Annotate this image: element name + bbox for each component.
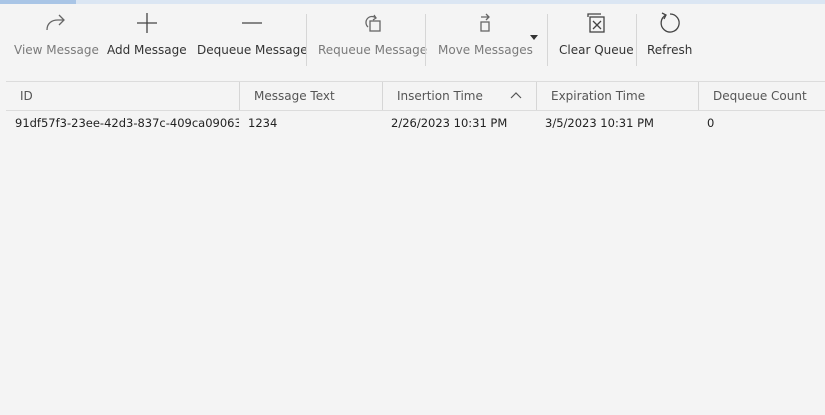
move-messages-label: Move Messages bbox=[438, 43, 533, 57]
cell-expiration-time: 3/5/2023 10:31 PM bbox=[545, 116, 654, 130]
table-row[interactable]: 91df57f3-23ee-42d3-837c-409ca09063f3 123… bbox=[6, 111, 825, 135]
toolbar-separator bbox=[306, 14, 307, 66]
active-tab-indicator bbox=[0, 0, 76, 4]
toolbar-separator bbox=[425, 14, 426, 66]
requeue-icon bbox=[362, 6, 384, 40]
cell-dequeue-count: 0 bbox=[707, 116, 715, 130]
minus-icon bbox=[240, 6, 264, 40]
cell-insertion-time: 2/26/2023 10:31 PM bbox=[391, 116, 508, 130]
refresh-button[interactable]: Refresh bbox=[647, 6, 692, 66]
toolbar-separator bbox=[636, 14, 637, 66]
toolbar: View Message Add Message Dequeue Message… bbox=[0, 6, 825, 66]
requeue-message-label: Requeue Message bbox=[318, 43, 428, 57]
move-icon bbox=[474, 6, 496, 40]
refresh-icon bbox=[658, 6, 682, 40]
add-message-button[interactable]: Add Message bbox=[107, 6, 187, 66]
cell-id: 91df57f3-23ee-42d3-837c-409ca09063f3 bbox=[15, 116, 239, 130]
column-header-id[interactable]: ID bbox=[6, 82, 239, 110]
refresh-label: Refresh bbox=[647, 43, 693, 57]
cell-message-text: 1234 bbox=[248, 116, 278, 130]
dequeue-message-button[interactable]: Dequeue Message bbox=[197, 6, 308, 66]
dequeue-message-label: Dequeue Message bbox=[197, 43, 308, 57]
move-messages-button[interactable]: Move Messages bbox=[438, 6, 533, 66]
clear-queue-icon bbox=[584, 6, 608, 40]
messages-grid: ID Message Text Insertion Time Expiratio… bbox=[6, 81, 825, 135]
sort-ascending-icon bbox=[510, 92, 522, 99]
clear-queue-label: Clear Queue bbox=[559, 43, 634, 57]
column-header-expiration-time[interactable]: Expiration Time bbox=[536, 82, 698, 110]
clear-queue-button[interactable]: Clear Queue bbox=[559, 6, 634, 66]
column-header-dequeue-count[interactable]: Dequeue Count bbox=[698, 82, 825, 110]
add-message-label: Add Message bbox=[107, 43, 187, 57]
move-messages-dropdown-icon[interactable] bbox=[530, 35, 538, 40]
requeue-message-button[interactable]: Requeue Message bbox=[318, 6, 427, 66]
forward-arrow-icon bbox=[44, 6, 68, 40]
toolbar-separator bbox=[547, 14, 548, 66]
plus-icon bbox=[135, 6, 159, 40]
column-header-message-text[interactable]: Message Text bbox=[239, 82, 382, 110]
grid-header: ID Message Text Insertion Time Expiratio… bbox=[6, 81, 825, 111]
column-header-insertion-time[interactable]: Insertion Time bbox=[382, 82, 536, 110]
view-message-button[interactable]: View Message bbox=[14, 6, 99, 66]
title-accent-bar bbox=[0, 0, 825, 4]
view-message-label: View Message bbox=[14, 43, 99, 57]
